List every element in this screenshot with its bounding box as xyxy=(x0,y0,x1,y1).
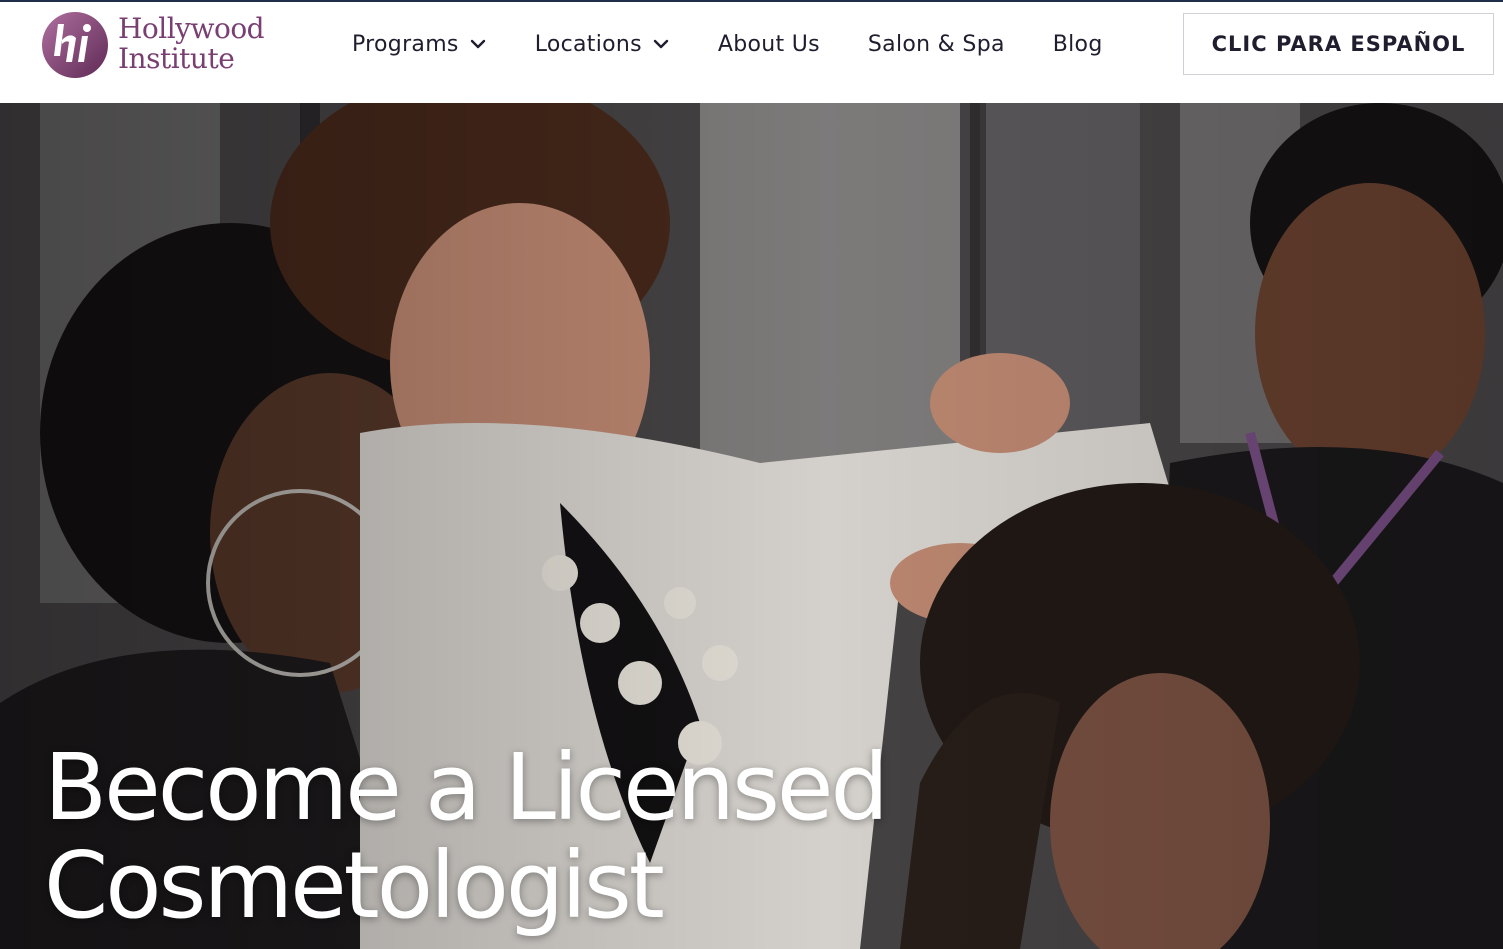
hero-headline-line-1: Become a Licensed xyxy=(44,734,889,841)
main-nav: Programs Locations About Us Salon & Spa … xyxy=(352,28,1151,60)
nav-label-blog: Blog xyxy=(1052,31,1103,57)
brand-line-1: Hollywood xyxy=(118,12,265,45)
nav-label-salon-spa: Salon & Spa xyxy=(867,31,1005,57)
nav-item-salon-spa[interactable]: Salon & Spa xyxy=(868,32,1005,57)
nav-item-locations[interactable]: Locations xyxy=(535,32,670,57)
hi-monogram-icon xyxy=(42,12,108,78)
nav-item-about-us[interactable]: About Us xyxy=(718,32,820,57)
hero-headline: Become a Licensed Cosmetologist xyxy=(44,739,1044,935)
chevron-down-icon xyxy=(653,39,669,49)
hero-banner: Become a Licensed Cosmetologist xyxy=(0,103,1503,949)
nav-item-programs[interactable]: Programs xyxy=(352,32,487,57)
site-header: Hollywood Institute Programs Locations A… xyxy=(0,0,1503,103)
nav-label-about-us: About Us xyxy=(717,31,820,57)
hero-headline-line-2: Cosmetologist xyxy=(44,832,665,939)
nav-label-locations: Locations xyxy=(534,31,642,57)
brand-wordmark: Hollywood Institute xyxy=(118,12,265,75)
brand-line-2: Institute xyxy=(118,42,235,75)
nav-label-programs: Programs xyxy=(352,31,459,57)
spanish-language-button[interactable]: CLIC PARA ESPAÑOL xyxy=(1183,13,1494,75)
brand-logo[interactable]: Hollywood Institute xyxy=(40,10,280,80)
chevron-down-icon xyxy=(470,39,485,49)
nav-item-blog[interactable]: Blog xyxy=(1053,32,1103,57)
